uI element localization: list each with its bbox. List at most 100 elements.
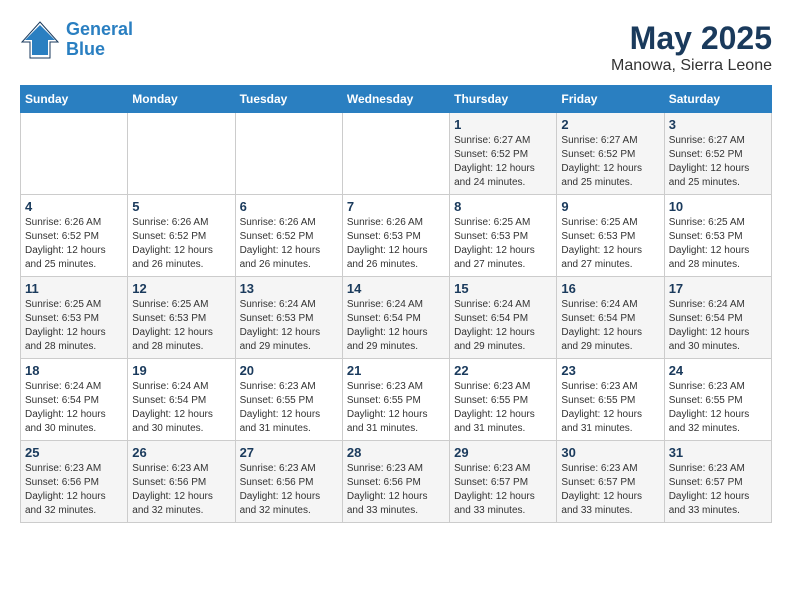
day-number: 3 (669, 117, 767, 132)
location: Manowa, Sierra Leone (611, 57, 772, 75)
calendar-cell: 7 Sunrise: 6:26 AM Sunset: 6:53 PM Daylig… (342, 195, 449, 277)
calendar-cell: 26 Sunrise: 6:23 AM Sunset: 6:56 PM Dayli… (128, 441, 235, 523)
day-number: 5 (132, 199, 230, 214)
day-info: Sunrise: 6:25 AM Sunset: 6:53 PM Dayligh… (25, 298, 123, 354)
page-header: General Blue May 2025 Manowa, Sierra Leo… (20, 20, 772, 75)
day-number: 30 (561, 445, 659, 460)
calendar-cell: 27Sunrise: 6:23 AM Sunset: 6:56 PM Dayli… (235, 441, 342, 523)
title-block: May 2025 Manowa, Sierra Leone (611, 20, 772, 75)
calendar-cell: 25 Sunrise: 6:23 AM Sunset: 6:56 PM Dayli… (21, 441, 128, 523)
calendar-cell: 16 Sunrise: 6:24 AM Sunset: 6:54 PM Dayli… (557, 277, 664, 359)
day-number: 11 (25, 281, 123, 296)
day-number: 15 (454, 281, 552, 296)
calendar-cell: 28 Sunrise: 6:23 AM Sunset: 6:56 PM Dayli… (342, 441, 449, 523)
day-info: Sunrise: 6:25 AM Sunset: 6:53 PM Dayligh… (669, 216, 767, 272)
day-number: 6 (240, 199, 338, 214)
calendar-cell: 8 Sunrise: 6:25 AM Sunset: 6:53 PM Daylig… (450, 195, 557, 277)
calendar-week-row: 11 Sunrise: 6:25 AM Sunset: 6:53 PM Dayli… (21, 277, 772, 359)
day-info: Sunrise: 6:24 AM Sunset: 6:54 PM Dayligh… (25, 380, 123, 436)
calendar-week-row: 4 Sunrise: 6:26 AM Sunset: 6:52 PM Daylig… (21, 195, 772, 277)
day-info: Sunrise: 6:26 AM Sunset: 6:52 PM Dayligh… (240, 216, 338, 272)
day-info: Sunrise: 6:23 AM Sunset: 6:57 PM Dayligh… (669, 462, 767, 518)
day-number: 20 (240, 363, 338, 378)
calendar-cell (235, 113, 342, 195)
calendar-cell: 13 Sunrise: 6:24 AM Sunset: 6:53 PM Dayli… (235, 277, 342, 359)
day-number: 31 (669, 445, 767, 460)
day-info: Sunrise: 6:24 AM Sunset: 6:54 PM Dayligh… (561, 298, 659, 354)
calendar-cell: 6 Sunrise: 6:26 AM Sunset: 6:52 PM Daylig… (235, 195, 342, 277)
day-number: 22 (454, 363, 552, 378)
logo: General Blue (20, 20, 133, 60)
day-info: Sunrise: 6:23 AM Sunset: 6:55 PM Dayligh… (240, 380, 338, 436)
calendar-cell: 23Sunrise: 6:23 AM Sunset: 6:55 PM Dayli… (557, 359, 664, 441)
calendar-cell: 3 Sunrise: 6:27 AM Sunset: 6:52 PM Daylig… (664, 113, 771, 195)
day-number: 16 (561, 281, 659, 296)
day-info: Sunrise: 6:24 AM Sunset: 6:53 PM Dayligh… (240, 298, 338, 354)
logo-icon (20, 20, 60, 60)
calendar-cell: 22 Sunrise: 6:23 AM Sunset: 6:55 PM Dayli… (450, 359, 557, 441)
day-number: 27 (240, 445, 338, 460)
day-info: Sunrise: 6:24 AM Sunset: 6:54 PM Dayligh… (669, 298, 767, 354)
day-number: 28 (347, 445, 445, 460)
calendar-week-row: 25 Sunrise: 6:23 AM Sunset: 6:56 PM Dayli… (21, 441, 772, 523)
day-info: Sunrise: 6:23 AM Sunset: 6:56 PM Dayligh… (347, 462, 445, 518)
weekday-header: Sunday (21, 86, 128, 113)
calendar-cell: 5 Sunrise: 6:26 AM Sunset: 6:52 PM Daylig… (128, 195, 235, 277)
day-info: Sunrise: 6:23 AM Sunset: 6:56 PM Dayligh… (132, 462, 230, 518)
weekday-header: Tuesday (235, 86, 342, 113)
calendar-cell: 18 Sunrise: 6:24 AM Sunset: 6:54 PM Dayli… (21, 359, 128, 441)
calendar-cell: 19Sunrise: 6:24 AM Sunset: 6:54 PM Dayli… (128, 359, 235, 441)
day-info: Sunrise: 6:27 AM Sunset: 6:52 PM Dayligh… (561, 134, 659, 190)
day-number: 7 (347, 199, 445, 214)
calendar-cell: 15Sunrise: 6:24 AM Sunset: 6:54 PM Dayli… (450, 277, 557, 359)
calendar-cell: 17 Sunrise: 6:24 AM Sunset: 6:54 PM Dayli… (664, 277, 771, 359)
day-number: 21 (347, 363, 445, 378)
calendar-cell: 1Sunrise: 6:27 AM Sunset: 6:52 PM Daylig… (450, 113, 557, 195)
day-info: Sunrise: 6:23 AM Sunset: 6:55 PM Dayligh… (347, 380, 445, 436)
day-info: Sunrise: 6:23 AM Sunset: 6:56 PM Dayligh… (25, 462, 123, 518)
day-number: 9 (561, 199, 659, 214)
day-info: Sunrise: 6:23 AM Sunset: 6:55 PM Dayligh… (454, 380, 552, 436)
day-info: Sunrise: 6:24 AM Sunset: 6:54 PM Dayligh… (132, 380, 230, 436)
day-info: Sunrise: 6:25 AM Sunset: 6:53 PM Dayligh… (561, 216, 659, 272)
day-info: Sunrise: 6:26 AM Sunset: 6:53 PM Dayligh… (347, 216, 445, 272)
month-year: May 2025 (611, 20, 772, 57)
day-number: 8 (454, 199, 552, 214)
calendar-cell: 11 Sunrise: 6:25 AM Sunset: 6:53 PM Dayli… (21, 277, 128, 359)
day-number: 4 (25, 199, 123, 214)
calendar-cell: 9 Sunrise: 6:25 AM Sunset: 6:53 PM Daylig… (557, 195, 664, 277)
calendar-cell: 10Sunrise: 6:25 AM Sunset: 6:53 PM Dayli… (664, 195, 771, 277)
calendar-cell: 14 Sunrise: 6:24 AM Sunset: 6:54 PM Dayli… (342, 277, 449, 359)
calendar-cell: 29Sunrise: 6:23 AM Sunset: 6:57 PM Dayli… (450, 441, 557, 523)
calendar-cell (21, 113, 128, 195)
day-info: Sunrise: 6:25 AM Sunset: 6:53 PM Dayligh… (454, 216, 552, 272)
day-info: Sunrise: 6:24 AM Sunset: 6:54 PM Dayligh… (347, 298, 445, 354)
day-number: 26 (132, 445, 230, 460)
calendar-week-row: 1 Sunrise: 6:27 AM Sunset: 6:52 PM Daylig… (21, 113, 772, 195)
calendar-cell: 21 Sunrise: 6:23 AM Sunset: 6:55 PM Dayli… (342, 359, 449, 441)
day-info: Sunrise: 6:23 AM Sunset: 6:55 PM Dayligh… (561, 380, 659, 436)
weekday-header: Thursday (450, 86, 557, 113)
day-number: 1 (454, 117, 552, 132)
day-info: Sunrise: 6:25 AM Sunset: 6:53 PM Dayligh… (132, 298, 230, 354)
logo-text: General Blue (66, 20, 133, 60)
calendar-cell (128, 113, 235, 195)
day-info: Sunrise: 6:23 AM Sunset: 6:57 PM Dayligh… (561, 462, 659, 518)
calendar-cell: 30 Sunrise: 6:23 AM Sunset: 6:57 PM Dayli… (557, 441, 664, 523)
calendar-cell: 4Sunrise: 6:26 AM Sunset: 6:52 PM Daylig… (21, 195, 128, 277)
day-number: 14 (347, 281, 445, 296)
day-info: Sunrise: 6:27 AM Sunset: 6:52 PM Dayligh… (669, 134, 767, 190)
calendar-cell: 2Sunrise: 6:27 AM Sunset: 6:52 PM Daylig… (557, 113, 664, 195)
day-number: 18 (25, 363, 123, 378)
day-info: Sunrise: 6:23 AM Sunset: 6:57 PM Dayligh… (454, 462, 552, 518)
day-number: 25 (25, 445, 123, 460)
day-number: 13 (240, 281, 338, 296)
day-number: 24 (669, 363, 767, 378)
weekday-header: Monday (128, 86, 235, 113)
calendar-cell: 31 Sunrise: 6:23 AM Sunset: 6:57 PM Dayli… (664, 441, 771, 523)
day-info: Sunrise: 6:26 AM Sunset: 6:52 PM Dayligh… (132, 216, 230, 272)
calendar-week-row: 18 Sunrise: 6:24 AM Sunset: 6:54 PM Dayli… (21, 359, 772, 441)
day-info: Sunrise: 6:23 AM Sunset: 6:55 PM Dayligh… (669, 380, 767, 436)
calendar-cell: 12Sunrise: 6:25 AM Sunset: 6:53 PM Dayli… (128, 277, 235, 359)
day-number: 17 (669, 281, 767, 296)
